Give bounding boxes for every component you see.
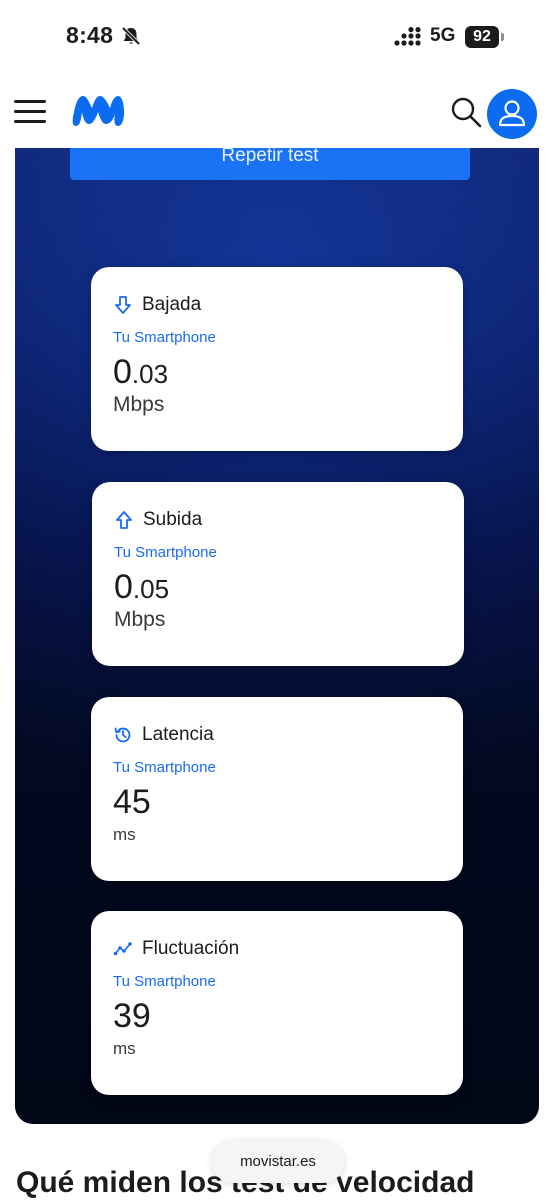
- jitter-card: Fluctuación Tu Smartphone 39 ms: [91, 911, 463, 1095]
- value-int: 39: [113, 997, 151, 1035]
- card-source: Tu Smartphone: [113, 759, 216, 776]
- signal-icon: [394, 27, 421, 46]
- card-value: 0.05: [114, 568, 169, 607]
- battery-icon: [501, 33, 504, 41]
- account-button[interactable]: [487, 89, 537, 139]
- repeat-test-button[interactable]: Repetir test: [70, 148, 470, 180]
- card-unit: ms: [113, 825, 136, 844]
- chart-line-icon: [113, 942, 132, 956]
- download-card: Bajada Tu Smartphone 0.03 Mbps: [91, 267, 463, 451]
- card-value: 39: [113, 997, 151, 1036]
- card-title: Subida: [143, 509, 203, 530]
- upload-card: Subida Tu Smartphone 0.05 Mbps: [92, 482, 464, 666]
- card-unit: Mbps: [113, 393, 165, 416]
- movistar-logo[interactable]: [70, 90, 126, 132]
- card-value: 45: [113, 783, 151, 822]
- value-int: 0: [113, 353, 132, 391]
- arrow-up-icon: [116, 511, 132, 529]
- user-icon: [498, 100, 526, 127]
- value-int: 45: [113, 783, 151, 821]
- card-unit: ms: [113, 1039, 136, 1058]
- card-source: Tu Smartphone: [113, 329, 216, 346]
- history-icon: [114, 727, 131, 743]
- app-header: [0, 70, 554, 150]
- card-source: Tu Smartphone: [114, 544, 217, 561]
- card-title: Fluctuación: [142, 938, 240, 959]
- browser-url-bar[interactable]: movistar.es: [212, 1141, 344, 1183]
- card-value: 0.03: [113, 353, 168, 392]
- value-decimal: .03: [131, 359, 169, 389]
- card-source: Tu Smartphone: [113, 973, 216, 990]
- value-int: 0: [114, 568, 133, 606]
- network-type: 5G: [430, 25, 456, 46]
- hamburger-icon[interactable]: [14, 98, 48, 124]
- status-bar: 8:48 5G 92: [0, 0, 554, 70]
- card-title: Bajada: [142, 294, 202, 315]
- search-icon[interactable]: [448, 94, 484, 130]
- card-title: Latencia: [142, 724, 214, 745]
- speed-test-panel: Repetir test Bajada Tu Smartphone 0.03 M…: [15, 148, 539, 1124]
- latency-card: Latencia Tu Smartphone 45 ms: [91, 697, 463, 881]
- card-unit: Mbps: [114, 608, 166, 631]
- battery-level: 92: [465, 26, 499, 48]
- value-decimal: .05: [132, 574, 170, 604]
- status-time: 8:48: [66, 22, 114, 48]
- bell-muted-icon: [121, 26, 141, 46]
- arrow-down-icon: [115, 296, 131, 314]
